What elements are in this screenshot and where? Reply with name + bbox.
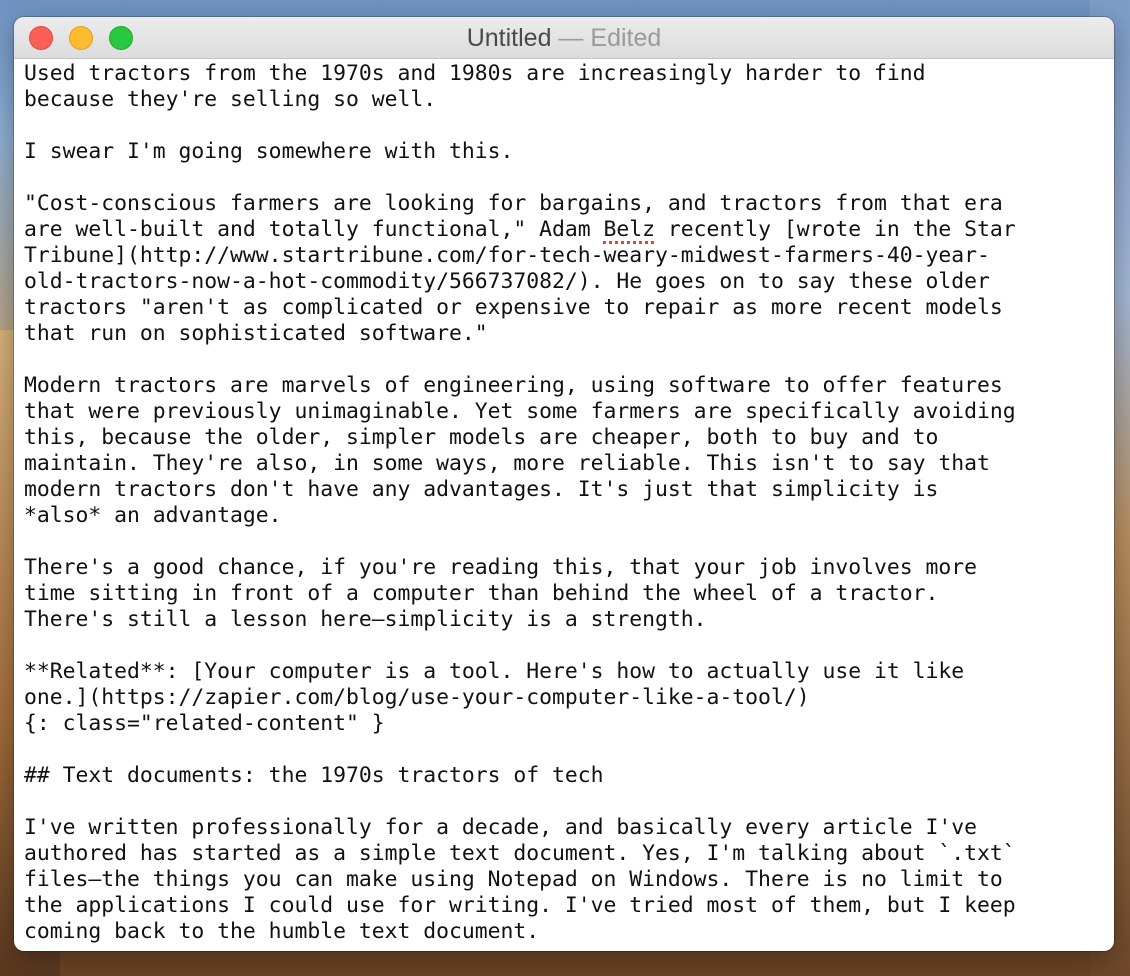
text-line[interactable]: the applications I could use for writing… xyxy=(24,893,1114,919)
text-line[interactable] xyxy=(24,347,1114,373)
text-line[interactable]: authored has started as a simple text do… xyxy=(24,841,1114,867)
text-line[interactable]: this, because the older, simpler models … xyxy=(24,425,1114,451)
text-line[interactable]: There's a good chance, if you're reading… xyxy=(24,555,1114,581)
edited-status: Edited xyxy=(590,24,662,52)
text-line[interactable] xyxy=(24,737,1114,763)
text-line[interactable]: files—the things you can make using Note… xyxy=(24,867,1114,893)
text-line[interactable]: that were previously unimaginable. Yet s… xyxy=(24,399,1114,425)
text-line[interactable]: because they're selling so well. xyxy=(24,87,1114,113)
title-separator: — xyxy=(551,24,591,52)
text-editor[interactable]: Used tractors from the 1970s and 1980s a… xyxy=(14,59,1114,951)
text-segment: recently [wrote in the Star xyxy=(655,217,1016,242)
text-line[interactable]: {: class="related-content" } xyxy=(24,711,1114,737)
text-line[interactable] xyxy=(24,633,1114,659)
text-line[interactable] xyxy=(24,165,1114,191)
text-line[interactable]: Modern tractors are marvels of engineeri… xyxy=(24,373,1114,399)
text-line[interactable]: *also* an advantage. xyxy=(24,503,1114,529)
text-line[interactable]: "Cost-conscious farmers are looking for … xyxy=(24,191,1114,217)
text-line[interactable]: Used tractors from the 1970s and 1980s a… xyxy=(24,61,1114,87)
text-line[interactable]: **Related**: [Your computer is a tool. H… xyxy=(24,659,1114,685)
text-line[interactable]: tractors "aren't as complicated or expen… xyxy=(24,295,1114,321)
text-line[interactable]: ## Text documents: the 1970s tractors of… xyxy=(24,763,1114,789)
text-line[interactable]: There's still a lesson here—simplicity i… xyxy=(24,607,1114,633)
text-line[interactable] xyxy=(24,113,1114,139)
title-bar[interactable]: Untitled — Edited xyxy=(14,17,1114,59)
text-line[interactable]: that run on sophisticated software." xyxy=(24,321,1114,347)
text-line[interactable]: Tribune](http://www.startribune.com/for-… xyxy=(24,243,1114,269)
textedit-window: Untitled — Edited Used tractors from the… xyxy=(14,17,1114,951)
text-line[interactable] xyxy=(24,789,1114,815)
window-title: Untitled — Edited xyxy=(14,17,1114,59)
text-line[interactable]: old-tractors-now-a-hot-commodity/5667370… xyxy=(24,269,1114,295)
text-line[interactable]: maintain. They're also, in some ways, mo… xyxy=(24,451,1114,477)
text-line[interactable]: time sitting in front of a computer than… xyxy=(24,581,1114,607)
document-name: Untitled xyxy=(466,24,552,52)
text-line[interactable]: one.](https://zapier.com/blog/use-your-c… xyxy=(24,685,1114,711)
text-line[interactable]: modern tractors don't have any advantage… xyxy=(24,477,1114,503)
text-segment: are well-built and totally functional," … xyxy=(24,217,604,242)
text-line[interactable]: I swear I'm going somewhere with this. xyxy=(24,139,1114,165)
text-line[interactable]: I've written professionally for a decade… xyxy=(24,815,1114,841)
misspelled-word[interactable]: Belz xyxy=(604,217,656,242)
text-line[interactable]: coming back to the humble text document. xyxy=(24,919,1114,945)
text-line[interactable]: are well-built and totally functional," … xyxy=(24,217,1114,243)
text-line[interactable] xyxy=(24,529,1114,555)
